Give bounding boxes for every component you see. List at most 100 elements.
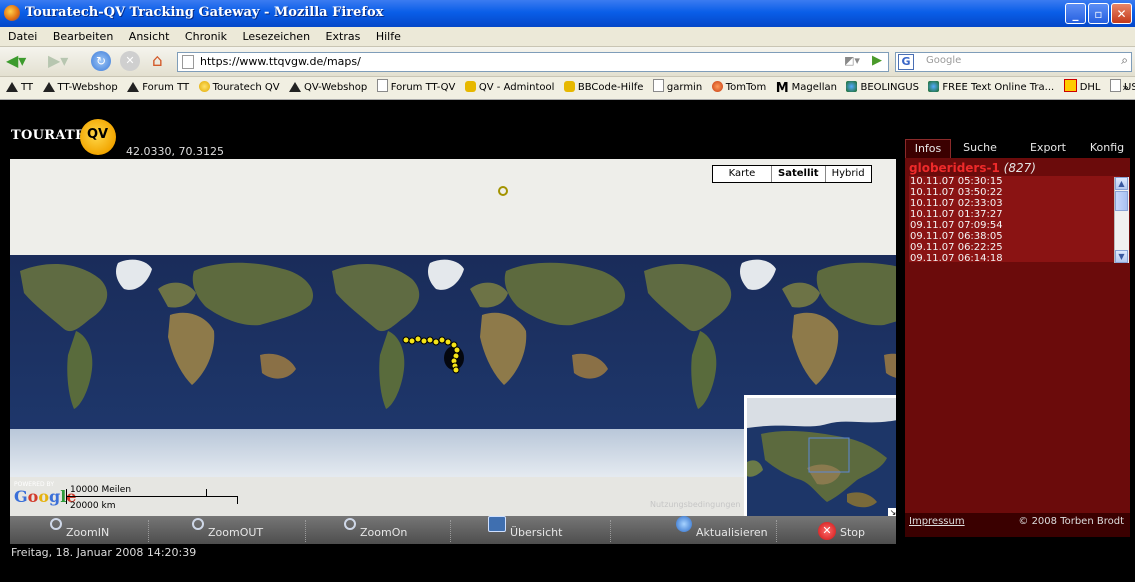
bookmark-bbcode-hilfe[interactable]: BBCode-Hilfe (563, 77, 643, 99)
back-arrow-icon[interactable]: ◀▾ (6, 51, 26, 71)
bookmark-magellan[interactable]: M Magellan (776, 77, 837, 99)
minimize-button[interactable]: _ (1065, 3, 1086, 24)
track-point[interactable] (408, 337, 416, 345)
list-item[interactable]: 10.11.07 03:50:22 (909, 187, 1120, 198)
zoom-on-button[interactable]: ZoomOn (344, 516, 407, 544)
menu-chronik[interactable]: Chronik (185, 27, 227, 46)
search-placeholder[interactable]: Google (926, 55, 961, 66)
bookmark-free-text-online[interactable]: FREE Text Online Tra... (928, 77, 1054, 99)
track-point[interactable] (453, 346, 461, 354)
tab-infos[interactable]: Infos (905, 139, 951, 158)
zoom-in-button[interactable]: ZoomIN (50, 516, 109, 544)
position-list[interactable]: 10.11.07 05:30:15 10.11.07 03:50:22 10.1… (909, 176, 1120, 262)
status-datetime: Freitag, 18. Januar 2008 14:20:39 (11, 546, 197, 559)
rss-dropdown-icon[interactable]: ◩▾ (844, 54, 860, 67)
bookmark-garmin[interactable]: garmin (652, 77, 702, 99)
google-engine-icon[interactable]: G (898, 54, 914, 70)
stop-icon: ✕ (818, 522, 836, 540)
tt-icon (6, 82, 18, 92)
overview-toggle-icon[interactable]: ↘ (888, 508, 896, 516)
go-arrow-icon[interactable]: ▶ (872, 53, 882, 68)
list-item[interactable]: 09.11.07 07:09:54 (909, 220, 1120, 231)
info-panel: globeriders-1 (827) 10.11.07 05:30:15 10… (905, 158, 1130, 513)
menu-lesezeichen[interactable]: Lesezeichen (242, 27, 310, 46)
menu-hilfe[interactable]: Hilfe (376, 27, 401, 46)
bookmark-forum-tt-qv[interactable]: Forum TT-QV (376, 77, 455, 99)
terms-link[interactable]: Nutzungsbedingungen (650, 500, 740, 509)
bookmark-tt[interactable]: TT (6, 77, 33, 99)
bookmark-dhl[interactable]: DHL (1063, 77, 1101, 99)
bookmark-forum-tt[interactable]: Forum TT (127, 77, 189, 99)
list-item[interactable]: 09.11.07 06:38:05 (909, 231, 1120, 242)
tab-export[interactable]: Export (1023, 139, 1073, 158)
menu-extras[interactable]: Extras (326, 27, 361, 46)
toolbar-separator (610, 520, 612, 542)
sun-icon (198, 81, 210, 92)
track-point[interactable] (452, 366, 460, 374)
page-icon (652, 79, 664, 92)
tab-konfig[interactable]: Konfig (1083, 139, 1131, 158)
home-icon[interactable]: ⌂ (152, 51, 163, 71)
page-icon (1110, 79, 1121, 92)
map-type-karte[interactable]: Karte (713, 166, 771, 182)
track-point[interactable] (432, 338, 440, 346)
track-point[interactable] (420, 337, 428, 345)
close-window-button[interactable]: ✕ (1111, 3, 1132, 24)
stop-loading-icon[interactable]: ✕ (120, 51, 140, 71)
track-point[interactable] (438, 336, 446, 344)
url-bar[interactable]: https://www.ttqvgw.de/maps/ ◩▾ ▶ (177, 52, 889, 72)
track-point[interactable] (498, 186, 508, 196)
maximize-button[interactable]: ▫ (1088, 3, 1109, 24)
window-title: Touratech-QV Tracking Gateway - Mozilla … (25, 5, 384, 20)
forward-arrow-icon[interactable]: ▶▾ (48, 51, 68, 71)
scroll-up-icon[interactable]: ▲ (1115, 177, 1128, 190)
menu-ansicht[interactable]: Ansicht (129, 27, 170, 46)
list-item[interactable]: 10.11.07 05:30:15 (909, 176, 1120, 187)
navigation-toolbar: ◀▾ ▶▾ ↻ ✕ ⌂ https://www.ttqvgw.de/maps/ … (0, 47, 1135, 77)
map-view[interactable]: Karte Satellit Hybrid ↘ POWERED BY Googl… (10, 159, 896, 516)
bookmark-qv-webshop[interactable]: QV-Webshop (289, 77, 367, 99)
tracker-user[interactable]: globeriders-1 (909, 161, 1000, 175)
bookmark-tomtom[interactable]: TomTom (711, 77, 766, 99)
list-item[interactable]: 09.11.07 06:14:18 (909, 253, 1120, 262)
scroll-down-icon[interactable]: ▼ (1115, 250, 1128, 263)
bookmark-tt-webshop[interactable]: TT-Webshop (42, 77, 118, 99)
map-type-hybrid[interactable]: Hybrid (824, 166, 871, 182)
search-icon[interactable]: ⌕ (1121, 53, 1128, 68)
bookmarks-overflow-icon[interactable]: » (1122, 77, 1129, 99)
map-type-satellit[interactable]: Satellit (771, 166, 825, 182)
menu-datei[interactable]: Datei (8, 27, 37, 46)
tracker-header: globeriders-1 (827) (909, 161, 1036, 175)
overview-button[interactable]: Übersicht (488, 516, 562, 544)
toolbar-separator (776, 520, 778, 542)
menu-bearbeiten[interactable]: Bearbeiten (53, 27, 113, 46)
list-item[interactable]: 10.11.07 01:37:27 (909, 209, 1120, 220)
list-scrollbar[interactable]: ▲ ▼ (1114, 177, 1129, 263)
list-item[interactable]: 09.11.07 06:22:25 (909, 242, 1120, 253)
panel-tabs: Infos Suche Export Konfig (905, 139, 1130, 158)
track-point[interactable] (426, 336, 434, 344)
track-point[interactable] (402, 336, 410, 344)
dhl-icon (1063, 79, 1077, 92)
impressum-link[interactable]: Impressum (909, 516, 965, 527)
search-box[interactable]: G Google ⌕ (895, 52, 1132, 72)
track-point[interactable] (444, 338, 452, 346)
list-item[interactable]: 10.11.07 02:33:03 (909, 198, 1120, 209)
url-text[interactable]: https://www.ttqvgw.de/maps/ (200, 55, 361, 68)
window-title-bar[interactable]: Touratech-QV Tracking Gateway - Mozilla … (0, 0, 1135, 27)
bookmark-beolingus[interactable]: BEOLINGUS (846, 77, 919, 99)
magnifier-icon (344, 518, 356, 530)
scroll-thumb[interactable] (1115, 191, 1128, 211)
bookmark-touratech-qv[interactable]: Touratech QV (198, 77, 280, 99)
track-point[interactable] (414, 335, 422, 343)
bookmark-qv-admintool[interactable]: QV - Admintool (464, 77, 554, 99)
reload-icon[interactable]: ↻ (91, 51, 111, 71)
panel-footer: Impressum © 2008 Torben Brodt (905, 513, 1130, 537)
stop-button[interactable]: ✕ Stop (818, 516, 865, 544)
zoom-out-button[interactable]: ZoomOUT (192, 516, 263, 544)
qv-icon (563, 81, 575, 92)
overview-map[interactable]: ↘ (744, 395, 896, 516)
people-icon (928, 81, 940, 92)
tab-suche[interactable]: Suche (955, 139, 1005, 158)
refresh-button[interactable]: Aktualisieren (676, 516, 768, 544)
